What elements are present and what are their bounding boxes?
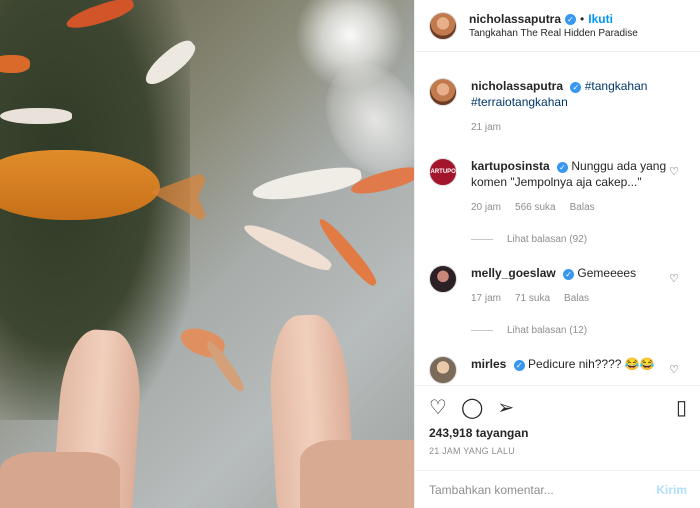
- verified-badge-icon: ✓: [565, 13, 577, 25]
- avatar[interactable]: [429, 356, 457, 384]
- verified-badge-icon: ✓: [513, 360, 525, 371]
- verified-badge-icon: ✓: [570, 82, 582, 93]
- comment-text: Pedicure nih???? 😂😂: [528, 357, 655, 371]
- comment-text: Gemeeees: [577, 266, 637, 280]
- heart-icon[interactable]: ♡: [429, 395, 447, 420]
- comment-username[interactable]: kartuposinsta: [471, 159, 550, 173]
- post-comment-button[interactable]: Kirim: [656, 483, 687, 497]
- avatar[interactable]: KARTUPOS: [426, 158, 460, 186]
- view-replies-button[interactable]: Lihat balasan (12): [471, 325, 687, 336]
- post-actions: ♡ ◯ ➢ ▯ 243,918 tayangan 21 JAM YANG LAL…: [415, 385, 700, 460]
- caption: nicholassaputra ✓ #tangkahan #terraiotan…: [429, 78, 687, 136]
- comment-time[interactable]: 17 jam: [471, 291, 501, 307]
- view-replies-button[interactable]: Lihat balasan (92): [471, 234, 687, 245]
- bookmark-icon[interactable]: ▯: [676, 395, 687, 420]
- avatar[interactable]: [429, 265, 457, 293]
- view-replies-label: Lihat balasan (12): [507, 325, 588, 336]
- hashtag-link[interactable]: #tangkahan: [585, 79, 648, 93]
- koi-fish: [0, 55, 30, 73]
- reply-button[interactable]: Balas: [570, 200, 595, 216]
- comment-item: melly_goeslaw ✓ Gemeeees 17 jam 71 suka …: [429, 265, 687, 307]
- left-leg: [0, 452, 120, 508]
- comment-username[interactable]: mirles: [471, 357, 506, 371]
- separator-dot: •: [580, 12, 585, 26]
- post-timestamp[interactable]: 21 JAM YANG LALU: [429, 446, 687, 456]
- reply-button[interactable]: Balas: [564, 291, 589, 307]
- comment-input[interactable]: [429, 482, 657, 497]
- comment-item: KARTUPOS kartuposinsta ✓ Nunggu ada yang…: [426, 158, 687, 216]
- koi-fish: [240, 218, 335, 276]
- post-header: nicholassaputra ✓ • Ikuti Tangkahan The …: [415, 0, 700, 52]
- replies-line: [471, 239, 493, 240]
- koi-fish: [314, 214, 381, 290]
- add-comment-bar: Kirim: [415, 470, 700, 508]
- caption-time[interactable]: 21 jam: [471, 120, 501, 136]
- right-leg: [300, 440, 414, 508]
- heart-icon[interactable]: ♡: [669, 165, 679, 178]
- caption-username[interactable]: nicholassaputra: [471, 79, 563, 93]
- heart-icon[interactable]: ♡: [669, 363, 679, 376]
- hashtag-link[interactable]: #terraiotangkahan: [471, 95, 568, 109]
- avatar-logo-text: KARTUPOS: [426, 169, 460, 175]
- avatar[interactable]: [429, 11, 457, 40]
- verified-badge-icon: ✓: [557, 162, 569, 173]
- post-sidebar: nicholassaputra ✓ • Ikuti Tangkahan The …: [414, 0, 700, 508]
- comment-likes[interactable]: 71 suka: [515, 291, 550, 307]
- view-replies-label: Lihat balasan (92): [507, 234, 588, 245]
- verified-badge-icon: ✓: [563, 269, 575, 280]
- comment-item: mirles ✓ Pedicure nih???? 😂😂 ♡: [429, 356, 687, 384]
- share-icon[interactable]: ➢: [497, 395, 514, 420]
- replies-line: [471, 330, 493, 331]
- heart-icon[interactable]: ♡: [669, 272, 679, 285]
- post-author-username[interactable]: nicholassaputra: [469, 12, 561, 26]
- post-location[interactable]: Tangkahan The Real Hidden Paradise: [469, 28, 638, 39]
- comment-time[interactable]: 20 jam: [471, 200, 501, 216]
- comment-username[interactable]: melly_goeslaw: [471, 266, 556, 280]
- comments-list[interactable]: nicholassaputra ✓ #tangkahan #terraiotan…: [415, 52, 700, 385]
- koi-fish: [0, 108, 72, 124]
- koi-fish: [250, 162, 364, 206]
- comment-icon[interactable]: ◯: [461, 395, 483, 420]
- avatar[interactable]: [429, 78, 457, 106]
- follow-button[interactable]: Ikuti: [588, 12, 613, 26]
- view-count[interactable]: 243,918 tayangan: [429, 426, 687, 440]
- post-video[interactable]: [0, 0, 414, 508]
- comment-likes[interactable]: 566 suka: [515, 200, 556, 216]
